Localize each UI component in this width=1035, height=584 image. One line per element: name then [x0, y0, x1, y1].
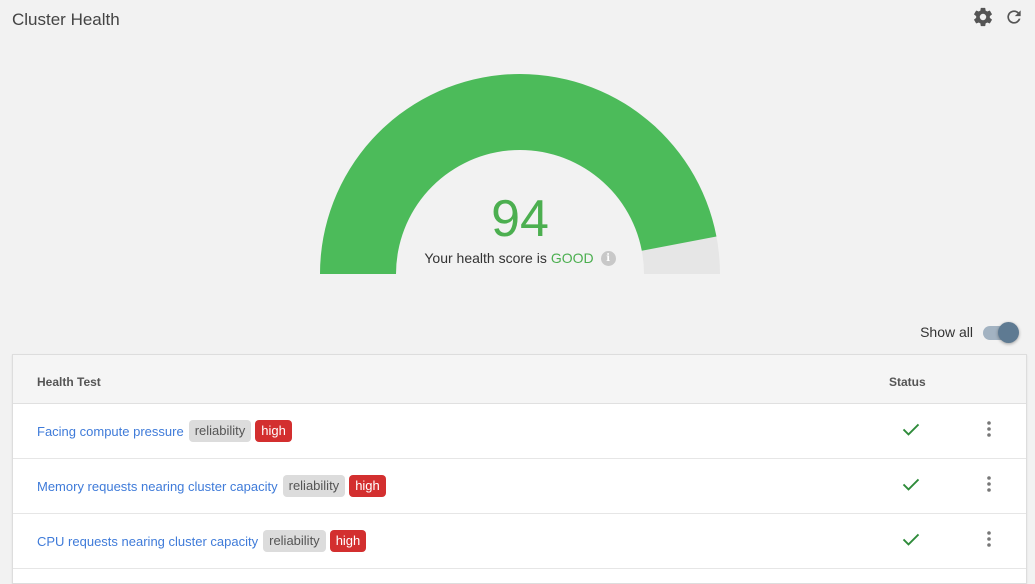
severity-tag: high: [329, 530, 367, 552]
show-all-filter: Show all: [920, 321, 1019, 343]
more-vert-icon[interactable]: [979, 473, 999, 495]
health-test-link[interactable]: Facing compute pressure: [37, 424, 184, 439]
health-test-link[interactable]: Memory requests nearing cluster capacity: [37, 479, 278, 494]
toggle-thumb: [998, 322, 1019, 343]
category-tag: reliability: [282, 475, 346, 497]
column-header-status[interactable]: Status: [889, 375, 926, 389]
health-test-link[interactable]: CPU requests nearing cluster capacity: [37, 534, 258, 549]
health-score: 94: [491, 190, 549, 248]
check-icon: [902, 423, 920, 436]
gear-icon[interactable]: [972, 6, 994, 28]
table-row: Memory requests nearing cluster capacity…: [13, 459, 1026, 514]
info-icon[interactable]: i: [600, 250, 616, 266]
category-tag: reliability: [188, 420, 252, 442]
table-header: Health Test Status: [13, 355, 1026, 404]
score-caption: Your health score is GOOD i: [319, 250, 721, 266]
show-all-toggle[interactable]: [983, 321, 1019, 343]
more-vert-icon[interactable]: [979, 528, 999, 550]
table-row: CPU requests nearing cluster capacity re…: [13, 514, 1026, 569]
check-icon: [902, 533, 920, 546]
more-vert-icon[interactable]: [979, 418, 999, 440]
category-tag: reliability: [263, 530, 326, 552]
health-test-table: Health Test Status Facing compute pressu…: [12, 354, 1027, 584]
score-status: GOOD: [550, 250, 594, 266]
page-title: Cluster Health: [12, 10, 120, 29]
check-icon: [902, 478, 920, 491]
show-all-label: Show all: [920, 324, 973, 340]
severity-tag: high: [255, 420, 292, 442]
refresh-icon[interactable]: [1003, 6, 1025, 28]
score-caption-prefix: Your health score is: [424, 250, 547, 266]
column-header-health-test[interactable]: Health Test: [37, 375, 101, 389]
table-row: Facing compute pressure reliability high: [13, 404, 1026, 459]
severity-tag: high: [349, 475, 386, 497]
health-gauge: 94 Your health score is GOOD i: [319, 73, 721, 275]
